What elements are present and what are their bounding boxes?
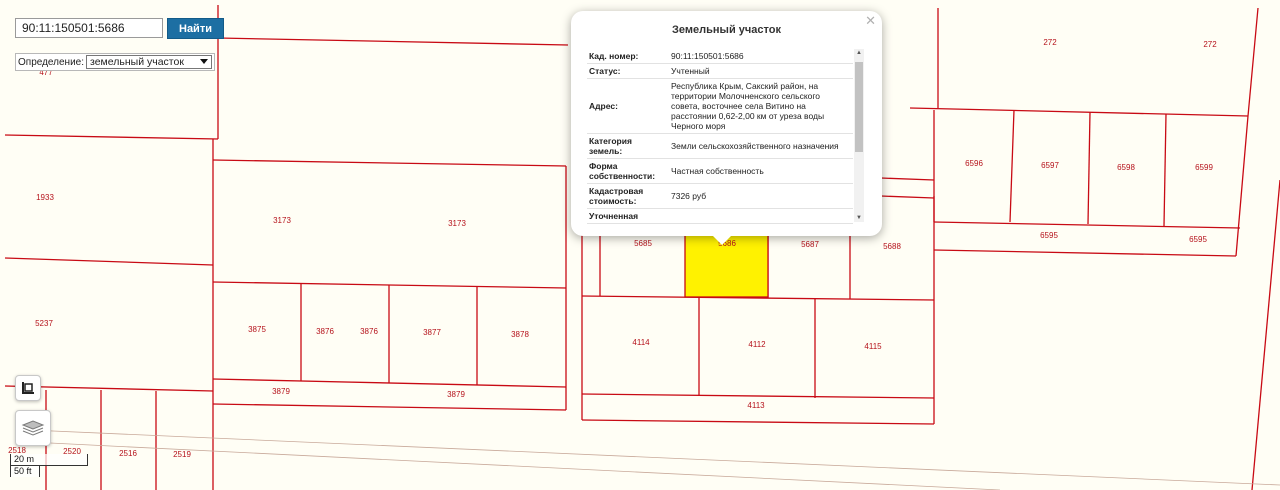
info-row: Адрес: Республика Крым, Сакский район, на… (587, 78, 853, 134)
info-key: Категория земель: (587, 133, 669, 159)
parcel-number-label: 272 (1043, 38, 1057, 47)
info-value: Республика Крым, Сакский район, на терри… (669, 78, 853, 134)
ruler-icon (22, 382, 34, 394)
layers-button[interactable] (15, 410, 51, 446)
info-row: Категория земель: Земли сельскохозяйствен… (587, 133, 853, 159)
parcel-number-label: 3876 (316, 327, 334, 336)
layers-icon (21, 420, 45, 436)
parcel-number-label: 2519 (173, 450, 191, 459)
popup-scrollbar[interactable]: ▲ ▼ (854, 49, 864, 222)
scroll-thumb[interactable] (855, 62, 863, 152)
info-key: Форма собственности: (587, 158, 669, 184)
info-key: Статус: (587, 63, 669, 79)
parcel-number-label: 3173 (448, 219, 466, 228)
popup-body: Кад. номер: 90:11:150501:5686 Статус: Учтен… (587, 49, 853, 229)
parcel-number-label: 4114 (632, 338, 650, 347)
chevron-down-icon (199, 59, 208, 64)
info-row: Форма собственности: Частная собственност… (587, 158, 853, 184)
parcel-number-label: 5685 (634, 239, 652, 248)
info-value: Учтенный (669, 63, 853, 79)
parcel-number-label: 4115 (864, 342, 882, 351)
parcel-number-label: 3879 (272, 387, 290, 396)
parcel-number-label: 1933 (36, 193, 54, 202)
popup-title: Земельный участок (672, 24, 781, 36)
parcel-number-label: 5688 (883, 242, 901, 251)
scroll-down-icon[interactable]: ▼ (855, 215, 863, 221)
parcel-number-label: 6596 (965, 159, 983, 168)
info-value: Земли сельскохозяйственного назначения (669, 133, 853, 159)
scale-metric: 20 m (10, 454, 88, 466)
info-value: 7326 руб (669, 183, 853, 209)
info-row: Кадастровая стоимость: 7326 руб (587, 183, 853, 209)
parcel-number-label: 3878 (511, 330, 529, 339)
parcel-number-label: 6597 (1041, 161, 1059, 170)
determine-select[interactable]: земельный участок (86, 55, 212, 69)
parcel-number-label: 2516 (119, 449, 137, 458)
info-key: Уточненная (587, 208, 669, 224)
info-row: Уточненная (587, 208, 853, 224)
parcel-number-label: 3876 (360, 327, 378, 336)
determine-control: Определение: земельный участок (15, 53, 215, 71)
info-row: Кад. номер: 90:11:150501:5686 (587, 49, 853, 64)
find-button[interactable]: Найти (167, 18, 224, 39)
info-value: Частная собственность (669, 158, 853, 184)
parcel-number-label: 6595 (1040, 231, 1058, 240)
parcel-number-label: 3875 (248, 325, 266, 334)
parcel-number-label: 5237 (35, 319, 53, 328)
parcel-info-table: Кад. номер: 90:11:150501:5686 Статус: Учтен… (587, 49, 853, 224)
info-value: 90:11:150501:5686 (669, 49, 853, 64)
search-input[interactable] (15, 18, 163, 38)
parcel-number-label: 6598 (1117, 163, 1135, 172)
parcel-number-label: 3879 (447, 390, 465, 399)
info-key: Кад. номер: (587, 49, 669, 64)
scale-imperial: 50 ft (10, 465, 40, 477)
parcel-number-label: 6599 (1195, 163, 1213, 172)
determine-label: Определение: (18, 56, 85, 68)
info-value (669, 208, 853, 224)
parcel-number-label: 4112 (748, 340, 766, 349)
parcel-number-label: 4113 (747, 401, 765, 410)
parcel-number-label: 5687 (801, 240, 819, 249)
scroll-up-icon[interactable]: ▲ (855, 50, 863, 56)
popup-pointer (713, 236, 731, 245)
parcel-popup: ✕ Земельный участок Кад. номер: 90:11:150… (571, 11, 882, 245)
parcel-number-label: 3173 (273, 216, 291, 225)
parcel-number-label: 272 (1203, 40, 1217, 49)
info-row: Статус: Учтенный (587, 63, 853, 79)
determine-select-value: земельный участок (90, 56, 184, 68)
scale-bar: 20 m 50 ft (10, 454, 88, 477)
parcel-number-label: 3877 (423, 328, 441, 337)
ruler-button[interactable] (15, 375, 41, 401)
info-key: Адрес: (587, 78, 669, 134)
parcel-number-label: 6595 (1189, 235, 1207, 244)
search-bar: Найти (15, 18, 224, 39)
info-key: Кадастровая стоимость: (587, 183, 669, 209)
